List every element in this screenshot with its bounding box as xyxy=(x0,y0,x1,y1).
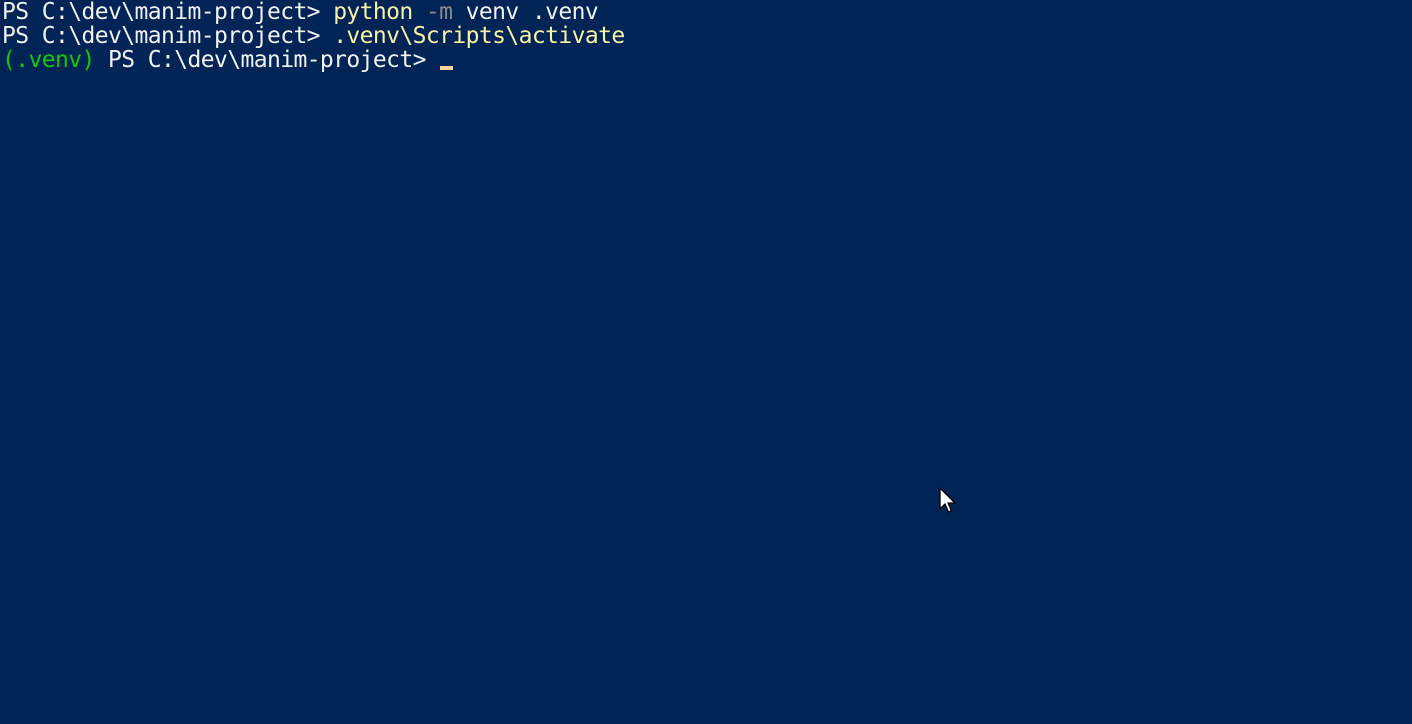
command-text: python xyxy=(333,0,413,25)
terminal-window[interactable]: PS C:\dev\manim-project> python -m venv … xyxy=(0,0,1412,724)
text-cursor xyxy=(440,66,454,70)
prompt-text: PS C:\dev\manim-project> xyxy=(94,47,440,73)
parameter-text: -m xyxy=(412,0,453,25)
venv-indicator: (.venv) xyxy=(2,47,95,73)
terminal-line: PS C:\dev\manim-project> python -m venv … xyxy=(2,0,599,25)
mouse-pointer-icon xyxy=(939,487,956,513)
terminal-line: PS C:\dev\manim-project> .venv\Scripts\a… xyxy=(2,24,625,48)
terminal-input-line[interactable]: (.venv) PS C:\dev\manim-project> xyxy=(2,47,454,73)
command-text: .venv\Scripts\activate xyxy=(333,23,625,49)
prompt-text: PS C:\dev\manim-project> xyxy=(2,23,334,49)
prompt-text: PS C:\dev\manim-project> xyxy=(2,0,334,25)
argument-text: venv .venv xyxy=(452,0,599,25)
